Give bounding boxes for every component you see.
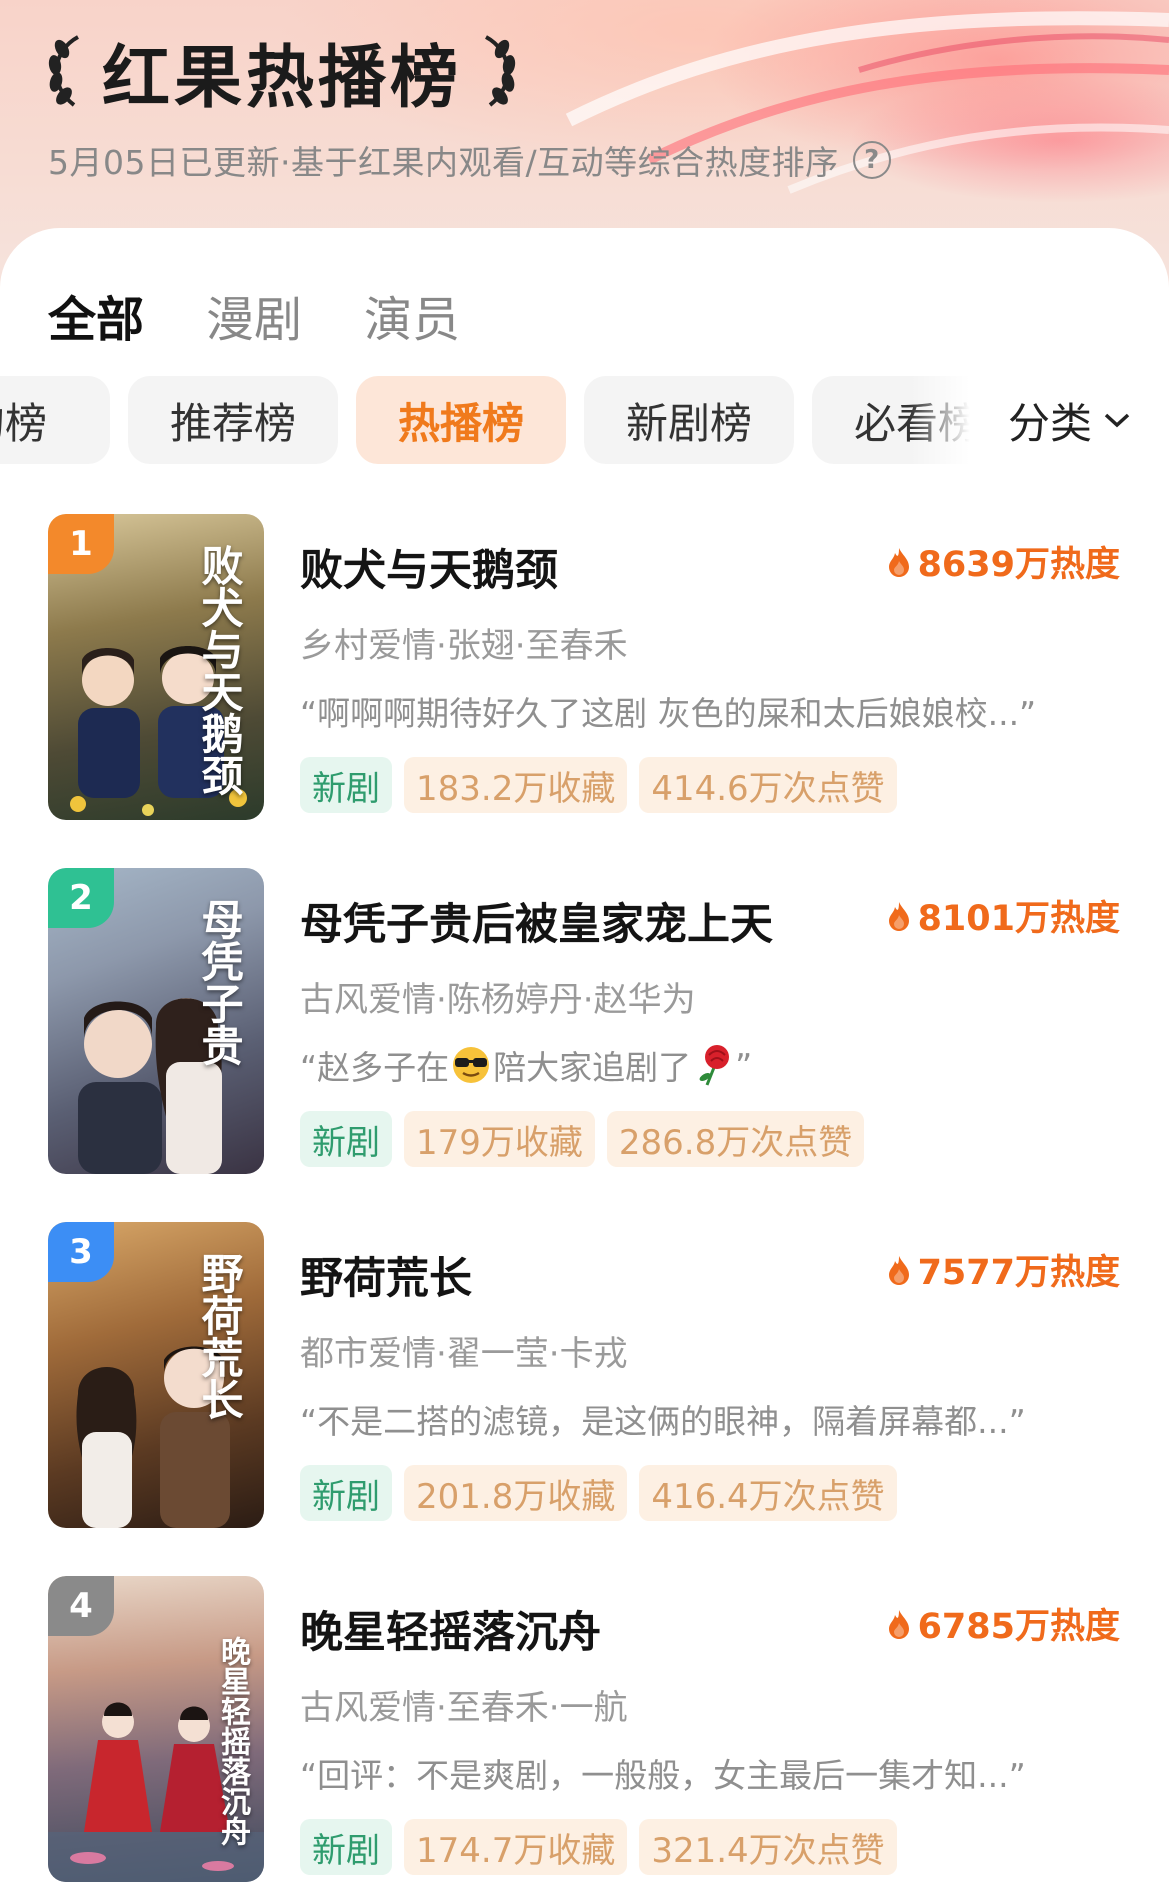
tab-comic-drama[interactable]: 漫剧 <box>206 280 302 350</box>
chip-recommend-ranking[interactable]: 推荐榜 <box>128 376 338 464</box>
top-comment: “赵多子在 陪大家追剧了 ” <box>300 1041 1130 1089</box>
heat-value: 7577万热度 <box>917 1253 1120 1293</box>
sub-tabs-fade <box>910 376 980 466</box>
rank-badge: 3 <box>48 1222 114 1282</box>
ranking-item[interactable]: 野荷荒长 3 野荷荒长 7577万热度 都市爱情·翟一莹·卡戎 “不是二搭的滤镜… <box>0 1222 1169 1576</box>
genre-cast: 古风爱情·至春禾·一航 <box>300 1688 628 1728</box>
badges-row: 新剧 183.2万收藏 414.6万次点赞 <box>300 757 1130 813</box>
heat-score: 8639万热度 <box>888 536 1120 587</box>
new-drama-badge: 新剧 <box>300 1111 392 1167</box>
chip-new-ranking[interactable]: 新剧榜 <box>584 376 794 464</box>
heat-value: 8101万热度 <box>917 899 1120 939</box>
question-circle-icon[interactable]: ? <box>852 141 891 179</box>
likes-count: 414.6万次点赞 <box>639 757 897 813</box>
genre-cast: 都市爱情·翟一莹·卡戎 <box>300 1334 628 1374</box>
poster-title: 败犬与天鹅颈 <box>195 544 244 796</box>
heat-score: 8101万热度 <box>888 890 1120 941</box>
item-info: 野荷荒长 7577万热度 都市爱情·翟一莹·卡戎 “不是二搭的滤镜，是这俩的眼神… <box>300 1244 1130 1521</box>
rank-badge: 1 <box>48 514 114 574</box>
poster-image[interactable]: 晚星轻摇落沉舟 4 <box>48 1576 264 1882</box>
new-drama-badge: 新剧 <box>300 1465 392 1521</box>
poster-title: 晚星轻摇落沉舟 <box>215 1636 250 1846</box>
ranking-page: 红果热播榜 5月05日已更新·基于红果内观看/互动等综合热度排序 ? 全部 漫剧… <box>0 0 1169 1900</box>
sub-tabs: 的榜 推荐榜 热播榜 新剧榜 必看榜 <box>0 376 980 466</box>
ranking-item[interactable]: 败犬与天鹅颈 1 败犬与天鹅颈 8639万热度 乡村爱情·张翅·至春禾 “啊啊啊… <box>0 514 1169 868</box>
heat-value: 6785万热度 <box>917 1607 1120 1647</box>
heat-score: 7577万热度 <box>888 1244 1120 1295</box>
chip-hot-ranking[interactable]: 热播榜 <box>356 376 566 464</box>
rank-badge: 4 <box>48 1576 114 1636</box>
genre-cast: 乡村爱情·张翅·至春禾 <box>300 626 628 666</box>
laurel-right-icon <box>484 35 516 107</box>
chevron-down-icon <box>1104 413 1130 428</box>
content-card: 全部 漫剧 演员 的榜 推荐榜 热播榜 新剧榜 必看榜 分类 <box>0 228 1169 1900</box>
rank-badge: 2 <box>48 868 114 928</box>
favorites-count: 174.7万收藏 <box>404 1819 628 1875</box>
comment-text-middle: 陪大家追剧了 <box>493 1048 692 1087</box>
comment-text-start: “赵多子在 <box>300 1048 450 1087</box>
main-tabs: 全部 漫剧 演员 <box>48 280 460 350</box>
likes-count: 321.4万次点赞 <box>639 1819 897 1875</box>
poster-title: 母凭子贵 <box>195 898 244 1066</box>
flame-icon <box>888 901 909 931</box>
flame-icon <box>888 1255 909 1285</box>
update-info: 5月05日已更新·基于红果内观看/互动等综合热度排序 <box>48 143 839 182</box>
poster-image[interactable]: 野荷荒长 3 <box>48 1222 264 1528</box>
ranking-item[interactable]: 母凭子贵 2 母凭子贵后被皇家宠上天 8101万热度 古风爱情·陈杨婷丹·赵华为 <box>0 868 1169 1222</box>
new-drama-badge: 新剧 <box>300 757 392 813</box>
sunglasses-emoji-icon <box>453 1047 490 1083</box>
badges-row: 新剧 174.7万收藏 321.4万次点赞 <box>300 1819 1130 1875</box>
title-row: 红果热播榜 <box>44 26 520 118</box>
badges-row: 新剧 201.8万收藏 416.4万次点赞 <box>300 1465 1130 1521</box>
category-label: 分类 <box>1008 398 1093 448</box>
genre-cast: 古风爱情·陈杨婷丹·赵华为 <box>300 980 696 1020</box>
likes-count: 286.8万次点赞 <box>606 1111 865 1167</box>
favorites-count: 179万收藏 <box>404 1111 595 1167</box>
category-filter[interactable]: 分类 <box>1008 390 1132 450</box>
item-info: 母凭子贵后被皇家宠上天 8101万热度 古风爱情·陈杨婷丹·赵华为 “赵多子在 <box>300 890 1130 1167</box>
favorites-count: 183.2万收藏 <box>404 757 628 813</box>
laurel-left-icon <box>48 35 80 107</box>
heat-value: 8639万热度 <box>917 545 1120 585</box>
chip-partial-ranking[interactable]: 的榜 <box>0 376 110 464</box>
likes-count: 416.4万次点赞 <box>639 1465 897 1521</box>
flame-icon <box>888 1609 909 1639</box>
top-comment: “不是二搭的滤镜，是这俩的眼神，隔着屏幕都...” <box>300 1402 1026 1441</box>
flame-icon <box>888 547 909 577</box>
rose-emoji-icon <box>699 1045 730 1086</box>
poster-title: 野荷荒长 <box>195 1252 244 1420</box>
tab-actors[interactable]: 演员 <box>364 280 460 350</box>
comment-text-end: ” <box>735 1045 753 1085</box>
header-decoration <box>565 11 1169 194</box>
item-info: 晚星轻摇落沉舟 6785万热度 古风爱情·至春禾·一航 “回评：不是爽剧，一般般… <box>300 1598 1130 1875</box>
poster-image[interactable]: 母凭子贵 2 <box>48 868 264 1174</box>
favorites-count: 201.8万收藏 <box>404 1465 628 1521</box>
ranking-item[interactable]: 晚星轻摇落沉舟 4 晚星轻摇落沉舟 6785万热度 古风爱情·至春禾·一航 “回… <box>0 1576 1169 1900</box>
page-title: 红果热播榜 <box>102 38 463 118</box>
subtitle-row: 5月05日已更新·基于红果内观看/互动等综合热度排序 ? <box>48 132 891 188</box>
ranking-list: 败犬与天鹅颈 1 败犬与天鹅颈 8639万热度 乡村爱情·张翅·至春禾 “啊啊啊… <box>0 514 1169 1900</box>
poster-image[interactable]: 败犬与天鹅颈 1 <box>48 514 264 820</box>
top-comment: “啊啊啊期待好久了这剧 灰色的屎和太后娘娘校...” <box>300 694 1037 733</box>
new-drama-badge: 新剧 <box>300 1819 392 1875</box>
tab-all[interactable]: 全部 <box>48 280 144 350</box>
top-comment: “回评：不是爽剧，一般般，女主最后一集才知...” <box>300 1756 1026 1795</box>
badges-row: 新剧 179万收藏 286.8万次点赞 <box>300 1111 1130 1167</box>
heat-score: 6785万热度 <box>888 1598 1120 1649</box>
item-info: 败犬与天鹅颈 8639万热度 乡村爱情·张翅·至春禾 “啊啊啊期待好久了这剧 灰… <box>300 536 1130 813</box>
